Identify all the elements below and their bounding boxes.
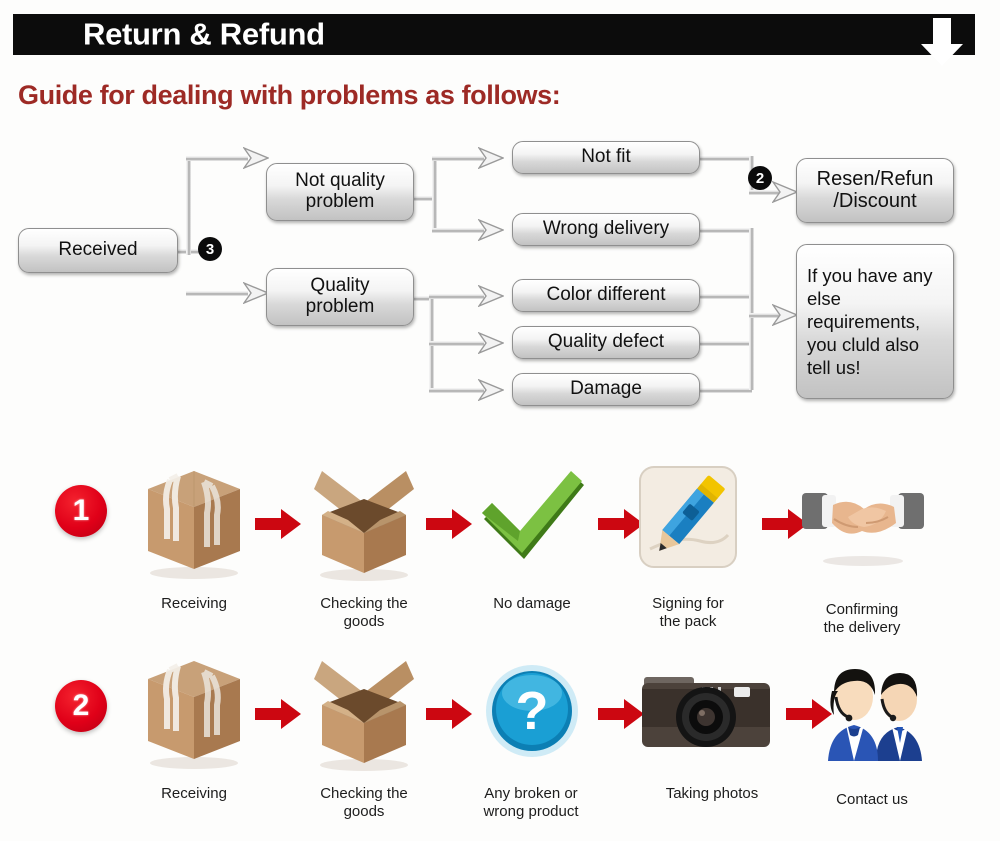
closed-box-icon bbox=[148, 661, 240, 769]
arrowhead-icon bbox=[478, 332, 504, 354]
flow-node-label: Damage bbox=[570, 378, 642, 400]
badge-two: 2 bbox=[748, 166, 772, 190]
step-caption: Contact us bbox=[836, 791, 908, 808]
page-title: Return & Refund bbox=[83, 15, 325, 51]
flow-node-label: Wrong delivery bbox=[542, 218, 670, 240]
arrowhead-icon bbox=[772, 304, 798, 326]
connector bbox=[432, 228, 484, 233]
step-caption: Receiving bbox=[161, 785, 227, 802]
arrowhead-icon bbox=[478, 285, 504, 307]
red-arrow-icon bbox=[426, 699, 472, 729]
connector bbox=[186, 156, 248, 161]
arrowhead-icon bbox=[772, 181, 798, 203]
red-arrow-icon bbox=[598, 699, 644, 729]
connector bbox=[429, 294, 484, 299]
red-arrow-icon bbox=[426, 509, 472, 539]
connector bbox=[429, 388, 484, 393]
connector bbox=[186, 291, 248, 296]
flow-node-color-different[interactable]: Color different bbox=[512, 279, 700, 312]
connector bbox=[700, 228, 752, 233]
step-caption: Taking photos bbox=[665, 785, 759, 802]
step-number-badge: 1 bbox=[55, 485, 107, 537]
handshake-icon bbox=[802, 493, 924, 566]
connector bbox=[429, 341, 484, 346]
question-orb-icon: ? bbox=[486, 665, 578, 757]
step-row-1: 1 Receiving Checking the goods No damage… bbox=[0, 455, 1000, 645]
svg-text:?: ? bbox=[516, 681, 549, 741]
pencil-sign-icon bbox=[639, 466, 737, 568]
flow-node-else-requirements[interactable]: If you have any else requirements, you c… bbox=[796, 244, 954, 399]
flow-node-label: Received bbox=[58, 239, 138, 261]
flowchart: Received Not quality problem Quality probl… bbox=[0, 128, 1000, 428]
connector bbox=[749, 228, 754, 390]
flow-node-label: Resen/Refun/Discount bbox=[816, 167, 934, 212]
open-box-icon bbox=[314, 471, 414, 581]
flow-node-label: Not quality problem bbox=[295, 170, 385, 212]
red-arrow-icon bbox=[255, 509, 301, 539]
down-arrow-icon bbox=[921, 18, 963, 66]
connector bbox=[700, 294, 752, 299]
connector bbox=[700, 388, 752, 393]
connector bbox=[700, 341, 752, 346]
red-arrow-icon bbox=[255, 699, 301, 729]
flow-node-damage[interactable]: Damage bbox=[512, 373, 700, 406]
step-caption: Confirming the delivery bbox=[823, 601, 901, 637]
flow-node-quality-problem[interactable]: Quality problem bbox=[266, 268, 414, 326]
flow-node-label: Quality problem bbox=[305, 275, 375, 317]
flow-node-label: Color different bbox=[546, 284, 666, 306]
connector bbox=[186, 158, 191, 255]
flow-node-label: If you have any else requirements, you c… bbox=[807, 264, 933, 379]
step-caption: Checking the goods bbox=[320, 785, 408, 821]
badge-label: 3 bbox=[205, 240, 215, 258]
badge-label: 2 bbox=[755, 169, 765, 187]
guide-heading: Guide for dealing with problems as follo… bbox=[18, 80, 561, 110]
support-agents-icon bbox=[828, 669, 922, 761]
flow-node-received[interactable]: Received bbox=[18, 228, 178, 273]
flow-node-quality-defect[interactable]: Quality defect bbox=[512, 326, 700, 359]
step-caption: Checking the goods bbox=[320, 595, 408, 631]
connector bbox=[432, 156, 484, 161]
step-number-badge: 2 bbox=[55, 680, 107, 732]
step-caption: Receiving bbox=[161, 595, 227, 612]
arrowhead-icon bbox=[478, 219, 504, 241]
green-check-icon bbox=[482, 471, 584, 559]
step-caption: Signing for the pack bbox=[652, 595, 724, 631]
arrowhead-icon bbox=[478, 147, 504, 169]
arrowhead-icon bbox=[478, 379, 504, 401]
header-bar: Return & Refund bbox=[13, 14, 975, 55]
step-caption: Any broken or wrong product bbox=[483, 785, 579, 821]
step-caption: No damage bbox=[493, 595, 571, 612]
step-row-2: 2 ? Receiving Checking the goods Any bro… bbox=[0, 645, 1000, 835]
open-box-icon bbox=[314, 661, 414, 771]
flow-node-wrong-delivery[interactable]: Wrong delivery bbox=[512, 213, 700, 246]
badge-three: 3 bbox=[198, 237, 222, 261]
camera-icon bbox=[642, 677, 770, 747]
flow-node-not-quality-problem[interactable]: Not quality problem bbox=[266, 163, 414, 221]
flow-node-resend-refund-discount[interactable]: Resen/Refun/Discount bbox=[796, 158, 954, 223]
arrowhead-icon bbox=[243, 147, 269, 169]
flow-node-label: Not fit bbox=[581, 146, 631, 168]
flow-node-not-fit[interactable]: Not fit bbox=[512, 141, 700, 174]
connector bbox=[432, 158, 437, 232]
flow-node-label: Quality defect bbox=[547, 331, 665, 353]
closed-box-icon bbox=[148, 471, 240, 579]
connector bbox=[700, 156, 752, 161]
